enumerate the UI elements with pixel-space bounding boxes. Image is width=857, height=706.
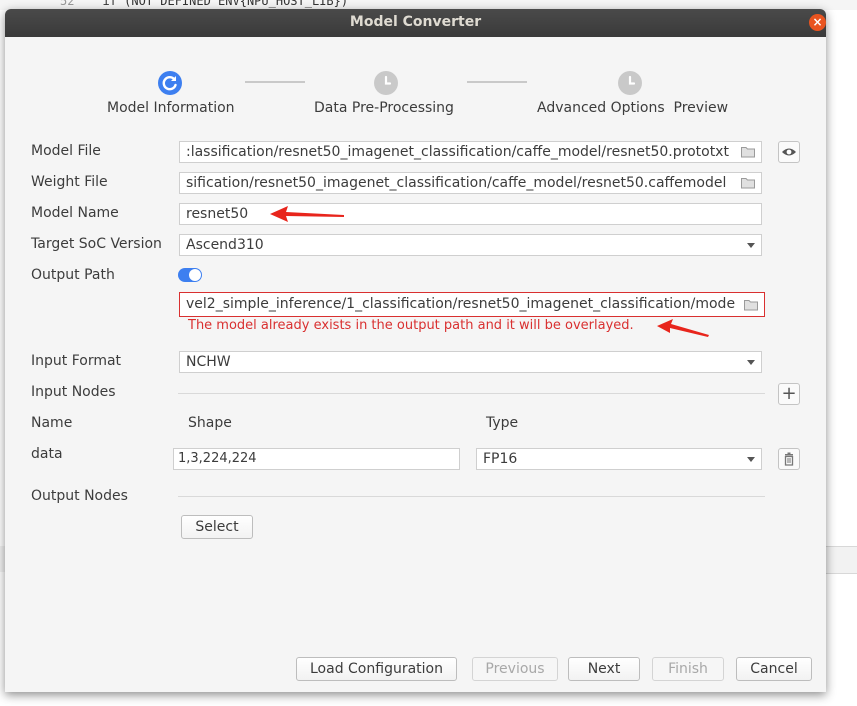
step-label-data-pre-processing[interactable]: Data Pre-Processing <box>314 100 454 116</box>
column-header-name: Name <box>31 415 73 431</box>
column-header-type: Type <box>486 415 519 431</box>
add-input-node-button[interactable]: + <box>778 383 800 405</box>
background-panel <box>826 10 857 706</box>
delete-input-node-button[interactable] <box>778 448 800 470</box>
load-configuration-button[interactable]: Load Configuration <box>296 657 457 681</box>
input-node-type-select[interactable]: FP16 <box>476 448 762 470</box>
output-path-label: Output Path <box>31 267 115 283</box>
model-name-label: Model Name <box>31 205 119 221</box>
target-soc-label: Target SoC Version <box>31 236 162 252</box>
weight-file-value: sification/resnet50_imagenet_classificat… <box>186 175 727 191</box>
preview-model-button[interactable] <box>778 141 800 163</box>
annotation-arrow-output-path <box>657 319 709 337</box>
toggle-knob <box>189 269 201 281</box>
step-label-model-information[interactable]: Model Information <box>107 100 235 116</box>
input-format-select[interactable]: NCHW <box>179 351 762 373</box>
close-icon: × <box>812 15 823 29</box>
chevron-down-icon <box>747 360 755 365</box>
step-label-advanced-options-preview[interactable]: Advanced Options Preview <box>537 100 728 116</box>
trash-icon <box>784 452 794 466</box>
dialog-title: Model Converter <box>349 14 482 30</box>
input-nodes-label: Input Nodes <box>31 384 116 400</box>
input-node-type-value: FP16 <box>483 451 518 467</box>
target-soc-value: Ascend310 <box>186 237 264 253</box>
eye-icon <box>782 148 796 156</box>
folder-icon[interactable] <box>744 299 758 311</box>
step-1-loading-icon <box>158 71 182 95</box>
input-node-name: data <box>31 446 63 462</box>
output-nodes-label: Output Nodes <box>31 488 128 504</box>
model-converter-dialog: Model Converter × Model Information Data… <box>5 9 826 692</box>
weight-file-label: Weight File <box>31 174 108 190</box>
previous-button[interactable]: Previous <box>472 657 558 681</box>
model-file-field[interactable]: :lassification/resnet50_imagenet_classif… <box>179 141 762 163</box>
background-code-line: 52 if (NOT DEFINED ENV{NPU_HOST_LIB}) <box>60 0 349 8</box>
input-format-value: NCHW <box>186 354 231 370</box>
background-status-bar <box>826 546 857 574</box>
step-3-clock-icon <box>618 71 642 95</box>
model-name-input[interactable]: resnet50 <box>179 203 762 225</box>
weight-file-field[interactable]: sification/resnet50_imagenet_classificat… <box>179 172 762 194</box>
column-header-shape: Shape <box>188 415 232 431</box>
model-file-value: :lassification/resnet50_imagenet_classif… <box>186 144 729 160</box>
finish-button[interactable]: Finish <box>652 657 724 681</box>
output-path-error: The model already exists in the output p… <box>188 318 634 333</box>
chevron-down-icon <box>747 243 755 248</box>
step-connector <box>467 81 527 83</box>
folder-icon[interactable] <box>741 146 755 158</box>
input-format-label: Input Format <box>31 353 122 369</box>
output-path-value: vel2_simple_inference/1_classification/r… <box>186 296 736 312</box>
step-connector <box>245 81 305 83</box>
close-button[interactable]: × <box>809 14 826 31</box>
target-soc-select[interactable]: Ascend310 <box>179 234 762 256</box>
folder-icon[interactable] <box>741 177 755 189</box>
input-node-shape-value: 1,3,224,224 <box>178 451 257 466</box>
output-path-field[interactable]: vel2_simple_inference/1_classification/r… <box>179 292 765 317</box>
select-output-nodes-button[interactable]: Select <box>181 515 253 539</box>
output-path-toggle[interactable] <box>178 268 202 282</box>
next-button[interactable]: Next <box>568 657 640 681</box>
input-node-shape-input[interactable]: 1,3,224,224 <box>173 448 460 470</box>
plus-icon: + <box>781 383 797 404</box>
chevron-down-icon <box>747 457 755 462</box>
cancel-button[interactable]: Cancel <box>736 657 812 681</box>
annotation-arrow-model-name <box>270 206 344 222</box>
output-nodes-divider <box>178 496 765 497</box>
model-file-label: Model File <box>31 143 101 159</box>
input-nodes-divider <box>178 393 765 394</box>
dialog-titlebar[interactable]: Model Converter × <box>5 9 826 37</box>
step-2-clock-icon <box>374 71 398 95</box>
